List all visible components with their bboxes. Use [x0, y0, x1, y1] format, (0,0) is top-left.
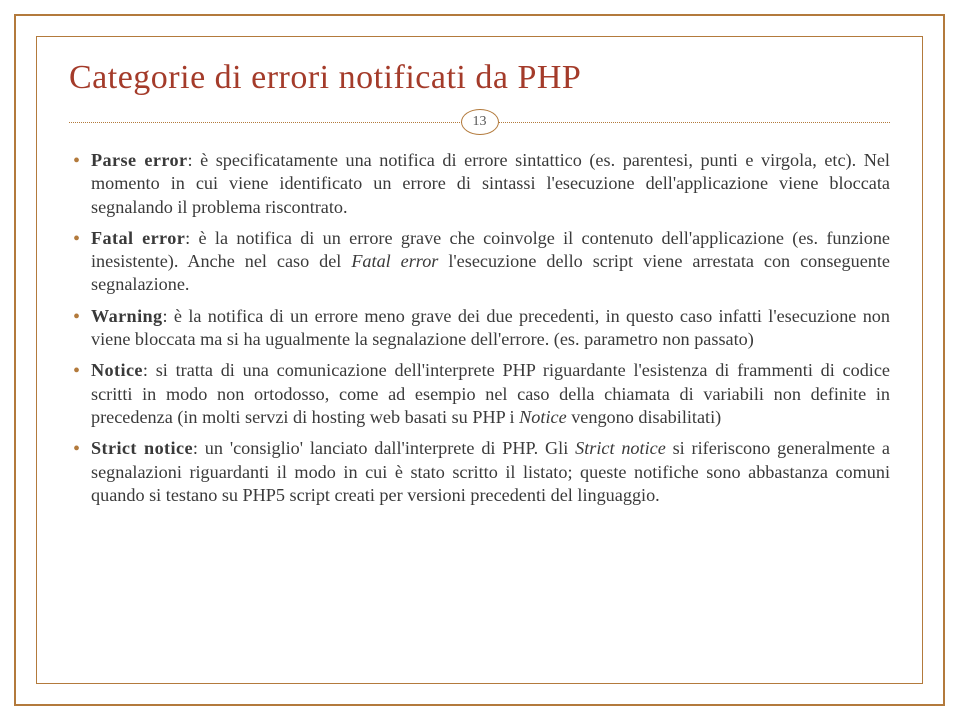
bullet-item-warning: Warning: è la notifica di un errore meno…	[69, 305, 890, 352]
bullet-item-notice: Notice: si tratta di una comunicazione d…	[69, 359, 890, 429]
term-warning: Warning	[91, 306, 163, 326]
page-number-badge: 13	[461, 109, 499, 135]
slide-title: Categorie di errori notificati da PHP	[69, 59, 890, 97]
bullet-item-strict-notice: Strict notice: un 'consiglio' lanciato d…	[69, 437, 890, 507]
outer-frame: Categorie di errori notificati da PHP 13…	[14, 14, 945, 706]
body-notice: : si tratta di una comunicazione dell'in…	[91, 360, 890, 427]
term-parse-error: Parse error	[91, 150, 187, 170]
bullet-item-fatal-error: Fatal error: è la notifica di un errore …	[69, 227, 890, 297]
bullet-list: Parse error: è specificatamente una noti…	[69, 149, 890, 507]
term-strict-notice: Strict notice	[91, 438, 193, 458]
body-parse-error: : è specificatamente una notifica di err…	[91, 150, 890, 217]
body-fatal-error: : è la notifica di un errore grave che c…	[91, 228, 890, 295]
bullet-item-parse-error: Parse error: è specificatamente una noti…	[69, 149, 890, 219]
divider-row: 13	[69, 109, 890, 135]
inner-frame: Categorie di errori notificati da PHP 13…	[36, 36, 923, 684]
term-notice: Notice	[91, 360, 143, 380]
body-warning: : è la notifica di un errore meno grave …	[91, 306, 890, 349]
term-fatal-error: Fatal error	[91, 228, 185, 248]
body-strict-notice: : un 'consiglio' lanciato dall'interpret…	[91, 438, 890, 505]
